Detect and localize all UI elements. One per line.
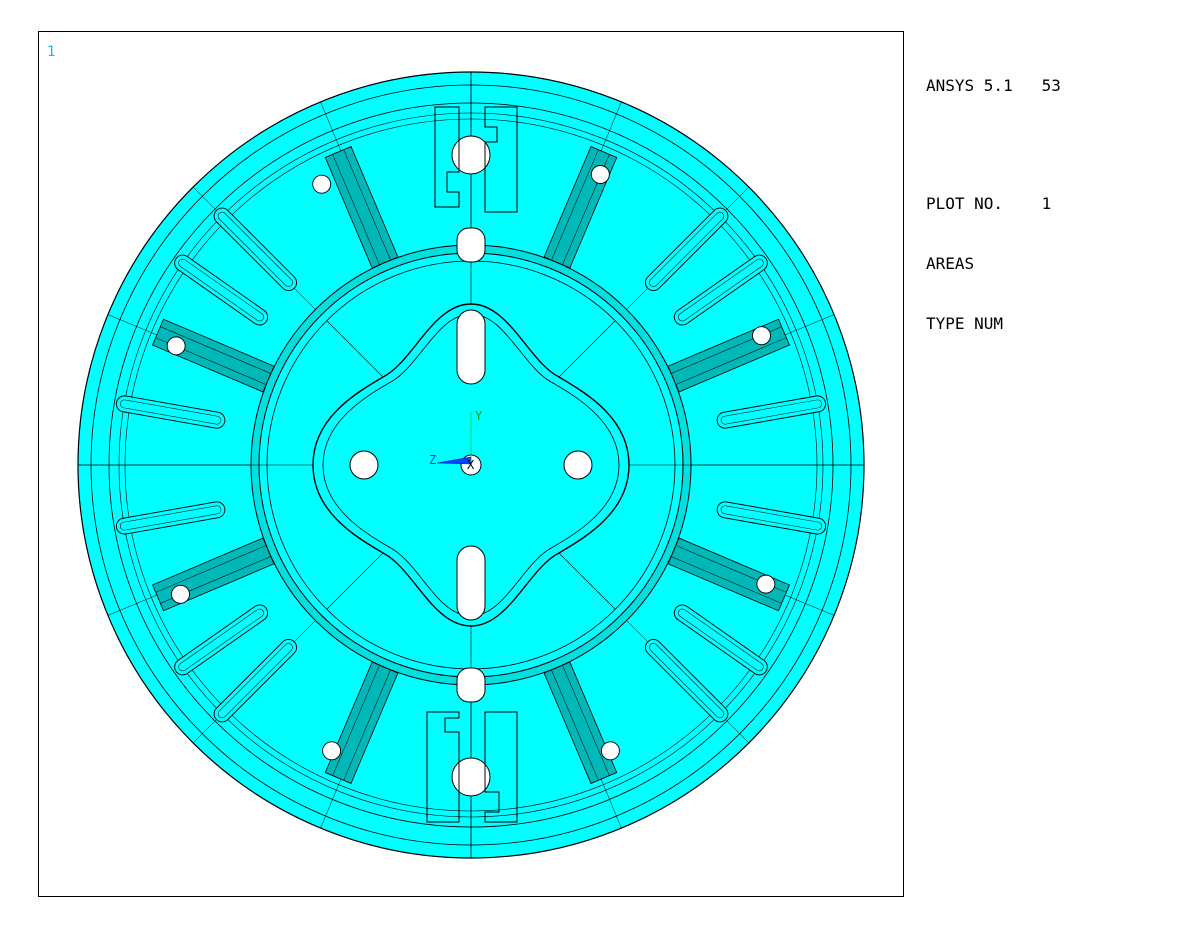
rim-slot-bottom xyxy=(456,667,486,703)
model-plot[interactable]: Y Z X xyxy=(39,32,903,896)
legend-revision: 53 xyxy=(1041,76,1061,95)
disk-model: Y Z X xyxy=(77,71,865,859)
triad-y-label: Y xyxy=(475,409,483,423)
legend-plot-row: PLOT NO. 1 xyxy=(926,194,1061,214)
graphics-window[interactable]: 1 Y Z X xyxy=(38,31,904,897)
plot-legend: ANSYS 5.1 53 PLOT NO. 1 AREAS TYPE NUM xyxy=(926,36,1061,354)
bolt-hole xyxy=(171,584,190,604)
legend-entity: AREAS xyxy=(926,254,975,273)
large-hole-top xyxy=(451,135,491,175)
hub-hole-left xyxy=(349,450,379,480)
legend-gap xyxy=(926,136,1061,154)
bolt-hole xyxy=(600,741,620,761)
bolt-hole xyxy=(756,574,776,594)
bolt-hole xyxy=(322,741,342,761)
rim-slot-top xyxy=(456,227,486,263)
triad-x-label: X xyxy=(467,458,475,472)
large-hole-bottom xyxy=(451,757,491,797)
bolt-hole xyxy=(312,174,332,194)
legend-program-row: ANSYS 5.1 53 xyxy=(926,76,1061,96)
legend-program: ANSYS 5.1 xyxy=(926,76,1013,95)
legend-plot-label: PLOT NO. xyxy=(926,194,1004,213)
hub-hole-right xyxy=(563,450,593,480)
bolt-hole xyxy=(752,326,771,346)
bolt-hole xyxy=(166,336,186,356)
legend-plot-number: 1 xyxy=(1041,194,1052,213)
hub-slot-top xyxy=(456,309,486,385)
legend-numbering: TYPE NUM xyxy=(926,314,1004,333)
triad-z-label: Z xyxy=(429,453,436,467)
bolt-hole xyxy=(590,165,610,184)
hub-slot-bottom xyxy=(456,545,486,621)
